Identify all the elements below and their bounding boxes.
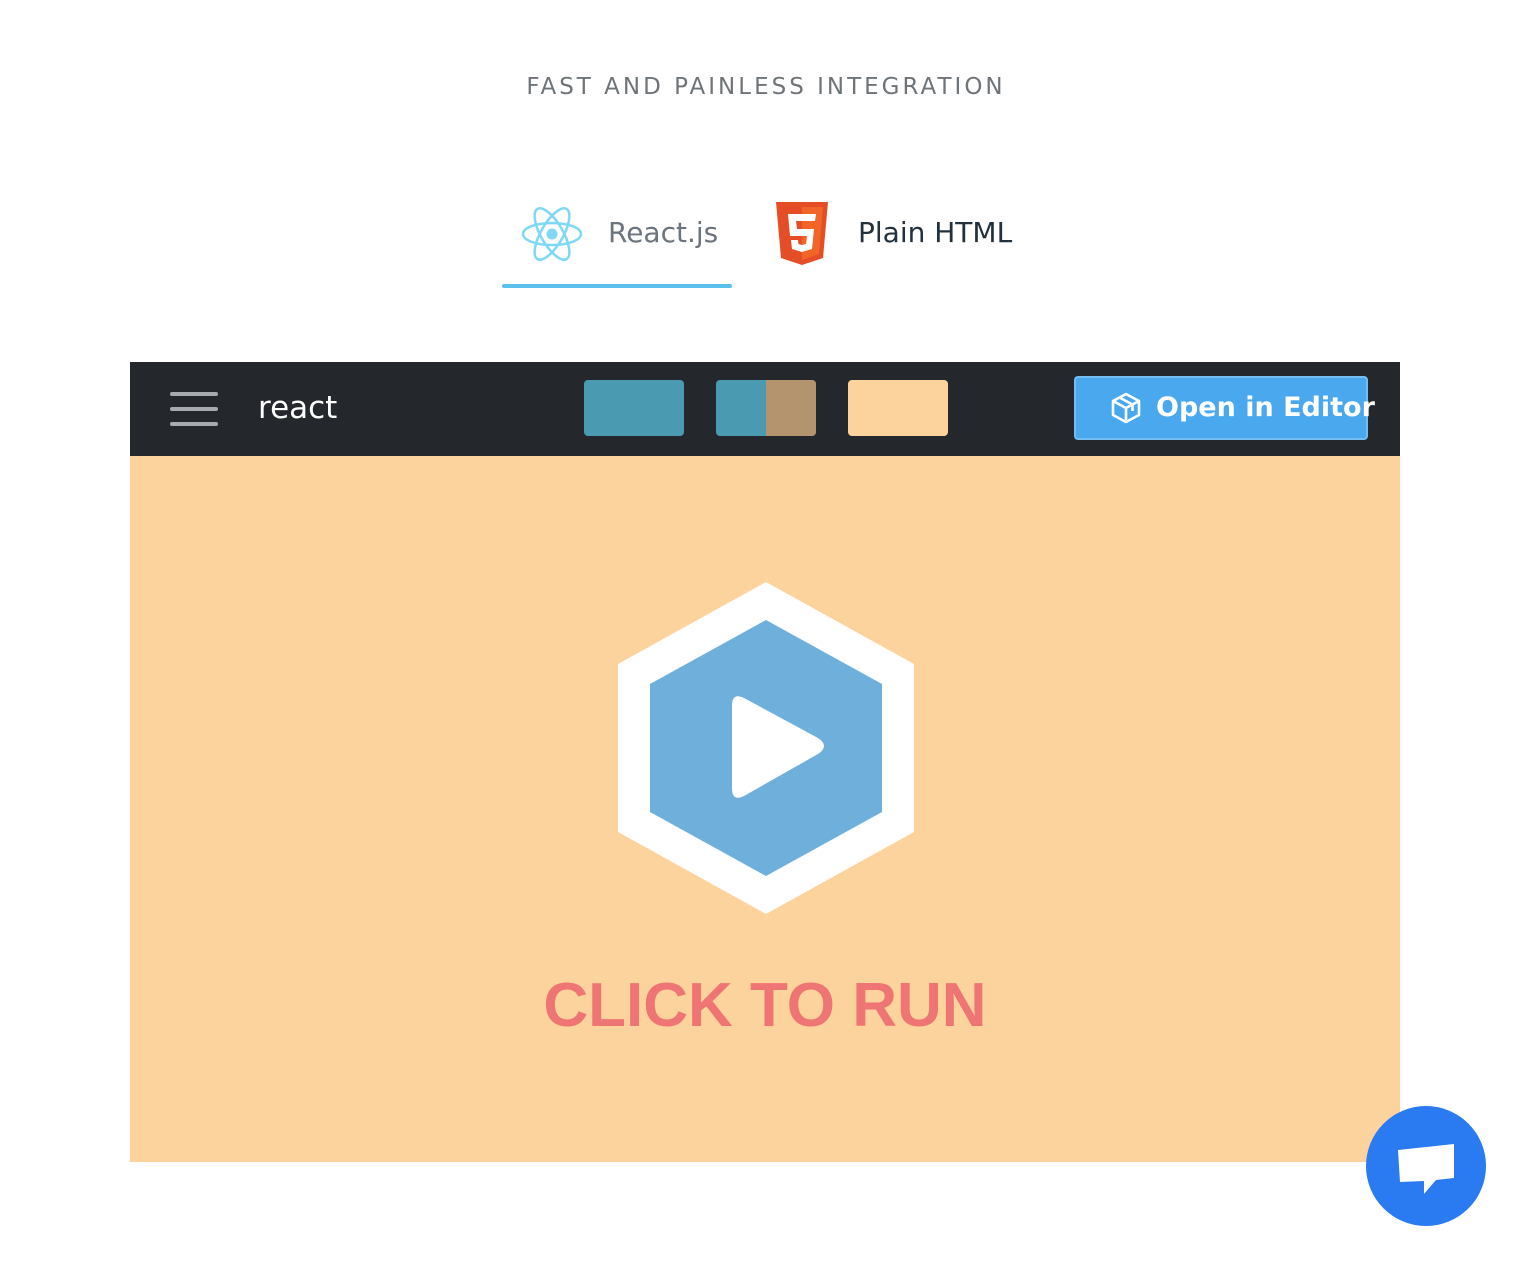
embed-title: react (258, 390, 338, 426)
html5-icon (776, 202, 828, 265)
play-icon[interactable] (596, 578, 936, 918)
layout-editor-only-button[interactable] (584, 380, 684, 436)
active-tab-indicator (502, 284, 732, 288)
embed-toolbar: react Open in Editor (130, 362, 1400, 456)
section-heading: FAST AND PAINLESS INTEGRATION (526, 74, 1006, 100)
click-to-run-label[interactable]: CLICK TO RUN (130, 970, 1400, 1041)
layout-split-button[interactable] (716, 380, 816, 436)
code-embed: react Open in Editor CLICK TO RUN (130, 362, 1400, 1162)
open-in-editor-button[interactable]: Open in Editor (1074, 376, 1375, 440)
chat-button[interactable] (1366, 1106, 1486, 1226)
cube-icon (1111, 392, 1141, 424)
react-icon (521, 207, 583, 261)
layout-split-preview-half (766, 380, 816, 436)
page: FAST AND PAINLESS INTEGRATION React.js P… (0, 0, 1532, 1266)
layout-preview-only-button[interactable] (848, 380, 948, 436)
tab-react[interactable]: React.js (502, 196, 732, 288)
tab-plain-html[interactable]: Plain HTML (774, 196, 1034, 286)
chat-bubble-icon (1398, 1144, 1454, 1194)
open-in-editor-label: Open in Editor (1156, 392, 1375, 423)
tab-plain-html-label: Plain HTML (858, 216, 1013, 249)
tab-react-label: React.js (608, 216, 719, 249)
hamburger-icon[interactable] (170, 392, 218, 426)
